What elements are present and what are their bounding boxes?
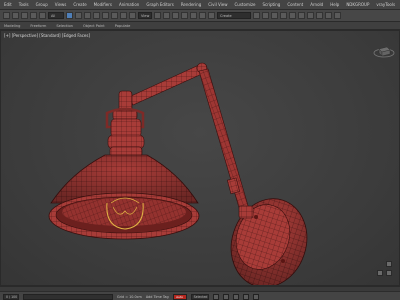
menu-item-customize[interactable]: Customize (235, 2, 256, 7)
menu-item-edit[interactable]: Edit (4, 2, 12, 7)
tab-object-paint[interactable]: Object Paint (83, 24, 105, 28)
link-icon[interactable] (21, 12, 28, 19)
menu-item-help[interactable]: Help (330, 2, 339, 7)
tab-selection[interactable]: Selection (56, 24, 73, 28)
orbit-icon[interactable] (386, 261, 392, 267)
menu-item-animation[interactable]: Animation (119, 2, 139, 7)
lamp-arm-lower (198, 68, 250, 212)
rectangle-selection-icon[interactable] (84, 12, 91, 19)
mirror-icon[interactable] (253, 12, 260, 19)
window-crossing-icon[interactable] (93, 12, 100, 19)
lamp-shade (48, 154, 200, 240)
align-icon[interactable] (262, 12, 269, 19)
undo-icon[interactable] (3, 12, 10, 19)
tab-modeling[interactable]: Modeling (4, 24, 20, 28)
zoom-icon[interactable] (377, 270, 383, 276)
wall-backplate (230, 198, 308, 285)
angle-snap-icon[interactable] (190, 12, 197, 19)
layer-explorer-icon[interactable] (271, 12, 278, 19)
menu-bar: Edit Tools Group Views Create Modifiers … (0, 0, 400, 10)
time-slider[interactable] (0, 287, 400, 292)
rotate-icon[interactable] (111, 12, 118, 19)
menu-item-content[interactable]: Content (287, 2, 303, 7)
select-object-icon[interactable] (66, 12, 73, 19)
scale-icon[interactable] (120, 12, 127, 19)
menu-item-scripting[interactable]: Scripting (263, 2, 281, 7)
main-toolbar: All View Create Selection Se (0, 10, 400, 22)
wall-sconce-model[interactable] (1, 31, 400, 286)
tab-populate[interactable]: Populate (115, 24, 131, 28)
select-manipulate-icon[interactable] (163, 12, 170, 19)
named-selection-set-dropdown[interactable]: Create Selection Se (217, 12, 251, 19)
menu-item-rendering[interactable]: Rendering (181, 2, 201, 7)
select-by-name-icon[interactable] (75, 12, 82, 19)
selection-filter-dropdown[interactable]: All (48, 12, 64, 19)
percent-snap-icon[interactable] (199, 12, 206, 19)
schematic-view-icon[interactable] (298, 12, 305, 19)
bind-space-warp-icon[interactable] (39, 12, 46, 19)
selected-dropdown[interactable]: Selected (190, 293, 209, 300)
menu-item-ndkgroup[interactable]: NDKGROUP (346, 2, 369, 7)
keyboard-shortcut-icon[interactable] (172, 12, 179, 19)
menu-item-graph-editors[interactable]: Graph Editors (146, 2, 173, 7)
add-time-tag-text[interactable]: Add Time Tag (146, 295, 169, 299)
render-production-icon[interactable] (334, 12, 341, 19)
lamp-arm-upper (128, 62, 208, 106)
menu-item-modifiers[interactable]: Modifiers (94, 2, 112, 7)
pan-view-icon[interactable] (242, 293, 249, 300)
snaps-toggle-icon[interactable] (181, 12, 188, 19)
reference-coordinate-dropdown[interactable]: View (138, 12, 152, 19)
menu-item-civil-view[interactable]: Civil View (208, 2, 227, 7)
menu-item-create[interactable]: Create (73, 2, 86, 7)
auto-key-button[interactable]: Auto (172, 293, 187, 300)
menu-item-views[interactable]: Views (55, 2, 67, 7)
unlink-icon[interactable] (30, 12, 37, 19)
menu-item-arnold[interactable]: Arnold (310, 2, 323, 7)
grid-size-text: Grid = 10.0cm (117, 294, 142, 299)
maxscript-listener-field[interactable] (23, 293, 113, 300)
spinner-snap-icon[interactable] (208, 12, 215, 19)
menu-item-vraytools[interactable]: vrayTools (376, 2, 395, 7)
status-bar: 0 / 100 Grid = 10.0cm Add Time Tag Auto … (0, 286, 400, 300)
redo-icon[interactable] (12, 12, 19, 19)
play-icon[interactable] (222, 293, 229, 300)
ribbon-tabs: Modeling Freeform Selection Object Paint… (0, 22, 400, 30)
tab-freeform[interactable]: Freeform (30, 24, 46, 28)
scene-explorer-icon[interactable] (280, 12, 287, 19)
perspective-viewport[interactable]: [+] [Perspective] [Standard] [Edged Face… (0, 30, 400, 286)
frame-counter[interactable]: 0 / 100 (3, 293, 19, 300)
previous-frame-icon[interactable] (212, 293, 219, 300)
maximize-viewport-icon[interactable] (252, 293, 259, 300)
render-setup-icon[interactable] (316, 12, 323, 19)
place-icon[interactable] (129, 12, 136, 19)
pivot-center-icon[interactable] (154, 12, 161, 19)
rendered-frame-window-icon[interactable] (325, 12, 332, 19)
zoom-extents-icon[interactable] (386, 270, 392, 276)
move-icon[interactable] (102, 12, 109, 19)
material-editor-icon[interactable] (307, 12, 314, 19)
curve-editor-icon[interactable] (289, 12, 296, 19)
menu-item-tools[interactable]: Tools (19, 2, 29, 7)
menu-item-group[interactable]: Group (36, 2, 48, 7)
next-frame-icon[interactable] (232, 293, 239, 300)
